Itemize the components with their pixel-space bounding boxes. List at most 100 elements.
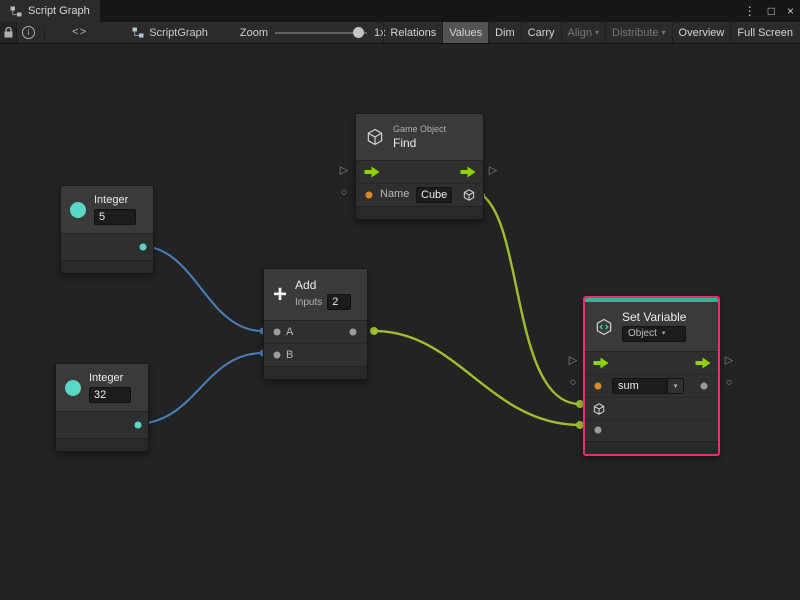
fullscreen-button[interactable]: Full Screen — [730, 22, 799, 43]
info-icon: i — [22, 26, 35, 39]
toolbar-button-group: Relations Values Dim Carry Align ▾ Distr… — [383, 22, 799, 43]
variable-cube-icon — [594, 317, 614, 337]
chevron-down-icon: ▾ — [595, 28, 599, 37]
distribute-button[interactable]: Distribute ▾ — [605, 22, 671, 43]
graph-name: ScriptGraph — [149, 27, 208, 39]
relations-button[interactable]: Relations — [383, 22, 442, 43]
graph-canvas[interactable]: ▷ ○ ▷ ▷ ○ ▷ ○ Integer 5 — [0, 44, 800, 600]
overview-label: Overview — [679, 27, 725, 39]
graph-asset-icon — [132, 27, 144, 38]
edit-source-button[interactable]: <> — [67, 22, 92, 43]
integer-value-field[interactable]: 5 — [94, 209, 136, 225]
graph-toolbar: i <> ScriptGraph Zoom 1x Relations Value… — [0, 22, 800, 44]
window-menu-icon[interactable]: ⋮ — [744, 5, 756, 17]
setvariable-flow-out-port[interactable]: ▷ — [725, 356, 733, 367]
wire-endpoint[interactable] — [370, 327, 378, 335]
gameobject-target-port-icon[interactable] — [592, 402, 606, 416]
wire-add-to-setvariable-value[interactable] — [374, 331, 580, 425]
name-label: Name — [380, 188, 409, 200]
node-category: Game Object — [393, 125, 446, 134]
flow-out-arrow-icon[interactable] — [696, 358, 711, 369]
variable-name: sum — [613, 379, 667, 393]
carry-button[interactable]: Carry — [521, 22, 561, 43]
inputs-count-field[interactable]: 2 — [327, 294, 351, 310]
close-icon[interactable]: × — [787, 5, 794, 17]
variable-name-input-port[interactable] — [595, 383, 602, 390]
values-label: Values — [449, 27, 482, 39]
tab-script-graph[interactable]: Script Graph — [0, 0, 100, 22]
node-title: Integer — [94, 195, 136, 206]
relations-label: Relations — [390, 27, 436, 39]
lock-button[interactable] — [0, 22, 17, 43]
dim-button[interactable]: Dim — [488, 22, 521, 43]
variable-output-port[interactable] — [701, 383, 708, 390]
unity-graph-window: Script Graph ⋮ □ × i <> S — [0, 0, 800, 600]
current-graph-label: ScriptGraph — [132, 27, 208, 39]
find-flow-in-port[interactable]: ▷ — [340, 166, 348, 177]
add-sum-output-port[interactable] — [350, 329, 357, 336]
toolbar-divider — [44, 26, 45, 40]
align-button[interactable]: Align ▾ — [561, 22, 605, 43]
values-button[interactable]: Values — [442, 22, 488, 43]
wire-integer32-to-add-b[interactable] — [135, 353, 263, 424]
node-footer — [264, 366, 367, 379]
script-graph-icon — [10, 6, 22, 17]
zoom-slider[interactable] — [275, 22, 367, 43]
node-footer — [56, 438, 148, 451]
lock-icon — [4, 27, 13, 38]
dim-label: Dim — [495, 27, 515, 39]
carry-label: Carry — [528, 27, 555, 39]
gameobject-output-port-icon[interactable] — [462, 188, 476, 202]
zoom-label: Zoom — [240, 27, 268, 39]
overview-button[interactable]: Overview — [672, 22, 731, 43]
integer-output-port[interactable] — [140, 244, 147, 251]
node-add[interactable]: + Add Inputs 2 A B — [263, 268, 368, 380]
port-b-label: B — [286, 349, 293, 361]
window-controls: ⋮ □ × — [744, 0, 794, 22]
name-value-field[interactable]: Cube — [416, 187, 452, 203]
fullscreen-label: Full Screen — [737, 27, 793, 39]
node-integer-b[interactable]: Integer 32 — [55, 363, 149, 452]
integer-type-icon — [70, 202, 86, 218]
chevron-down-icon: ▾ — [667, 379, 683, 393]
setvariable-flow-in-port[interactable]: ▷ — [569, 356, 577, 367]
setvariable-value-in-port[interactable]: ○ — [570, 378, 577, 389]
scope-label: Object — [628, 327, 657, 341]
game-object-cube-icon — [365, 127, 385, 147]
variable-name-dropdown[interactable]: sum ▾ — [612, 378, 684, 394]
node-footer — [356, 206, 483, 219]
flow-in-arrow-icon[interactable] — [365, 167, 380, 178]
value-input-port[interactable] — [595, 427, 602, 434]
node-set-variable[interactable]: Set Variable Object ▾ sum — [583, 296, 720, 456]
add-icon: + — [273, 283, 287, 307]
info-button[interactable]: i — [17, 22, 40, 43]
wire-find-to-setvariable-target[interactable] — [482, 195, 580, 404]
node-footer — [61, 260, 153, 273]
wire-integer5-to-add-a[interactable] — [140, 246, 263, 331]
align-label: Align — [568, 27, 592, 39]
node-footer — [585, 441, 718, 454]
tab-bar: Script Graph ⋮ □ × — [0, 0, 800, 22]
code-icon: <> — [72, 27, 87, 39]
node-find[interactable]: Game Object Find Name Cube — [355, 113, 484, 220]
flow-out-arrow-icon[interactable] — [461, 167, 476, 178]
find-value-in-port[interactable]: ○ — [341, 188, 348, 199]
add-input-a-port[interactable] — [274, 329, 281, 336]
integer-value-field[interactable]: 32 — [89, 387, 131, 403]
variable-scope-dropdown[interactable]: Object ▾ — [622, 326, 686, 342]
integer-output-port[interactable] — [135, 422, 142, 429]
setvariable-value-out-port[interactable]: ○ — [726, 378, 733, 389]
inputs-label: Inputs — [295, 297, 322, 308]
maximize-icon[interactable]: □ — [768, 5, 775, 17]
distribute-label: Distribute — [612, 27, 658, 39]
zoom-slider-handle[interactable] — [353, 27, 364, 38]
find-flow-out-port[interactable]: ▷ — [489, 166, 497, 177]
node-title: Set Variable — [622, 311, 686, 323]
add-input-b-port[interactable] — [274, 352, 281, 359]
find-name-input-port[interactable] — [366, 192, 373, 199]
flow-in-arrow-icon[interactable] — [594, 358, 609, 369]
node-title: Add — [295, 279, 351, 291]
node-title: Find — [393, 137, 446, 149]
chevron-down-icon: ▾ — [662, 28, 666, 37]
node-integer-a[interactable]: Integer 5 — [60, 185, 154, 274]
